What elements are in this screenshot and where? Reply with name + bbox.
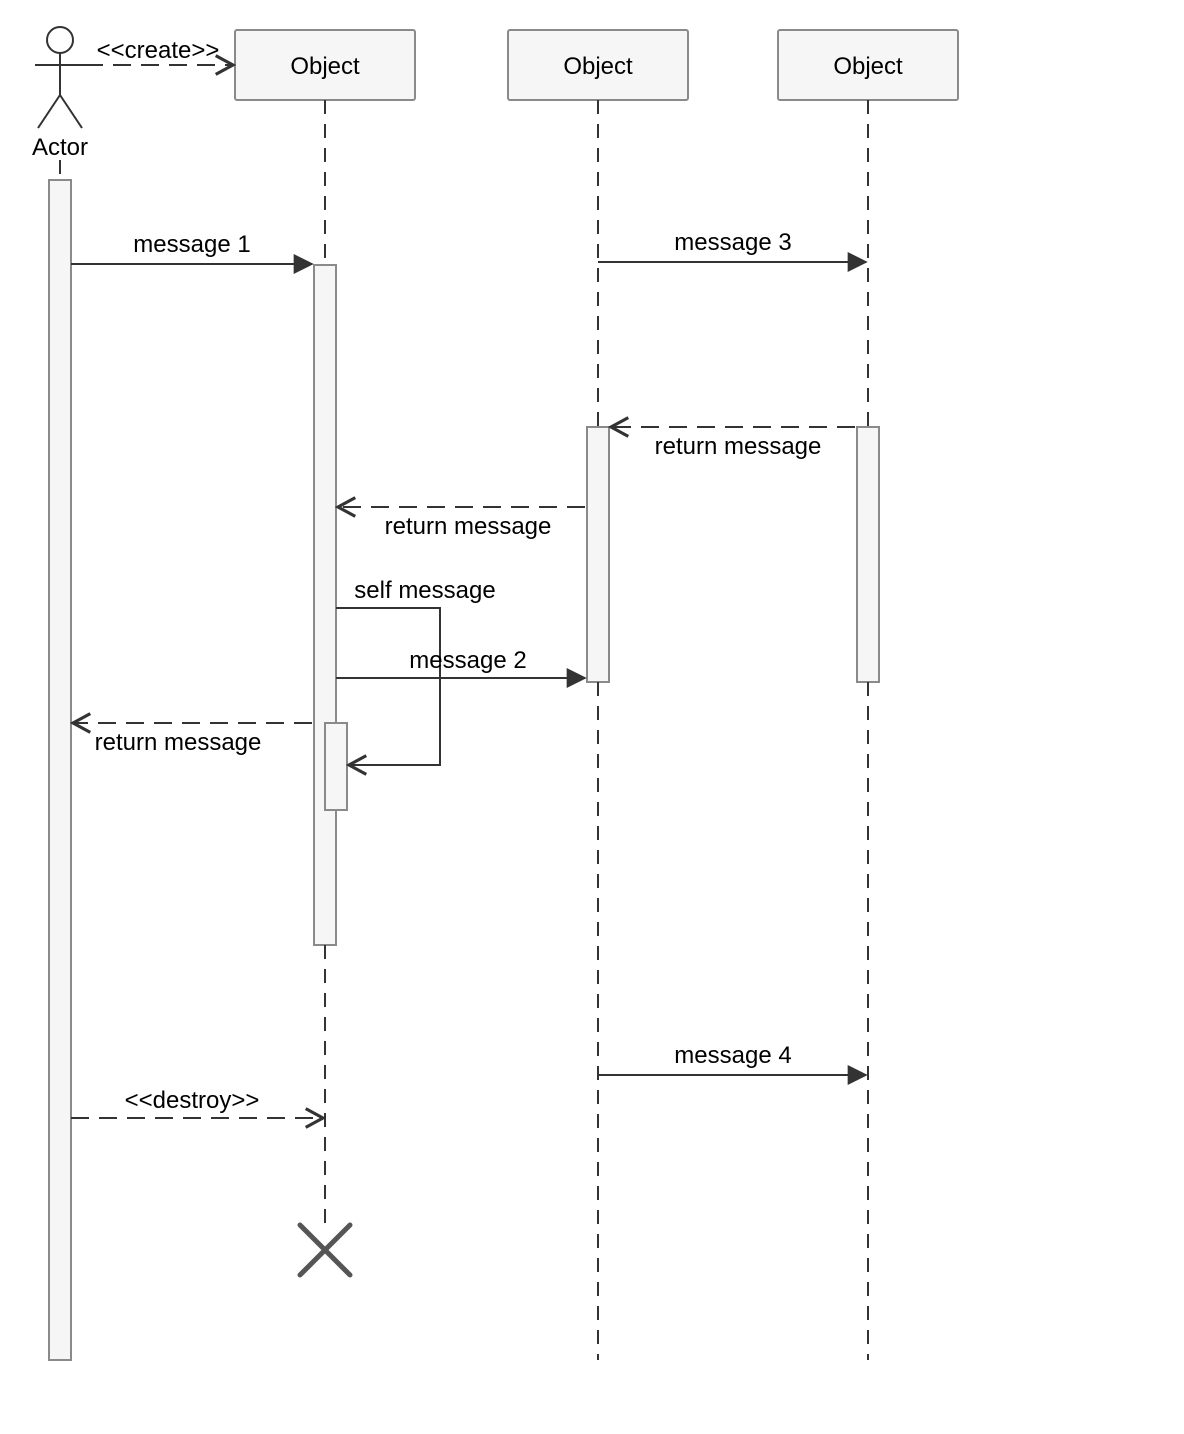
- obj3-activation: [857, 427, 879, 682]
- msg-return-2-1-label: return message: [385, 513, 552, 540]
- msg-2-label: message 2: [409, 647, 526, 674]
- object-2: Object: [508, 30, 688, 100]
- msg-self: [336, 608, 440, 765]
- sequence-diagram: Actor Object Object Object <<create>> me…: [0, 0, 1184, 1434]
- actor-label: Actor: [32, 134, 88, 161]
- object-3-label: Object: [833, 53, 903, 80]
- object-1-label: Object: [290, 53, 360, 80]
- destruction-icon: [300, 1225, 350, 1275]
- object-1: Object: [235, 30, 415, 100]
- msg-return-3-2-label: return message: [655, 433, 822, 460]
- msg-return-1-actor-label: return message: [95, 729, 262, 756]
- msg-1-label: message 1: [133, 231, 250, 258]
- object-3: Object: [778, 30, 958, 100]
- msg-4-label: message 4: [674, 1042, 791, 1069]
- obj1-activation-nested: [325, 723, 347, 810]
- obj2-activation: [587, 427, 609, 682]
- msg-3-label: message 3: [674, 229, 791, 256]
- object-2-label: Object: [563, 53, 633, 80]
- msg-create-label: <<create>>: [97, 37, 220, 64]
- msg-destroy-label: <<destroy>>: [125, 1087, 260, 1114]
- obj1-activation: [314, 265, 336, 945]
- actor: Actor: [32, 27, 88, 161]
- msg-self-label: self message: [354, 577, 495, 604]
- actor-activation: [49, 180, 71, 1360]
